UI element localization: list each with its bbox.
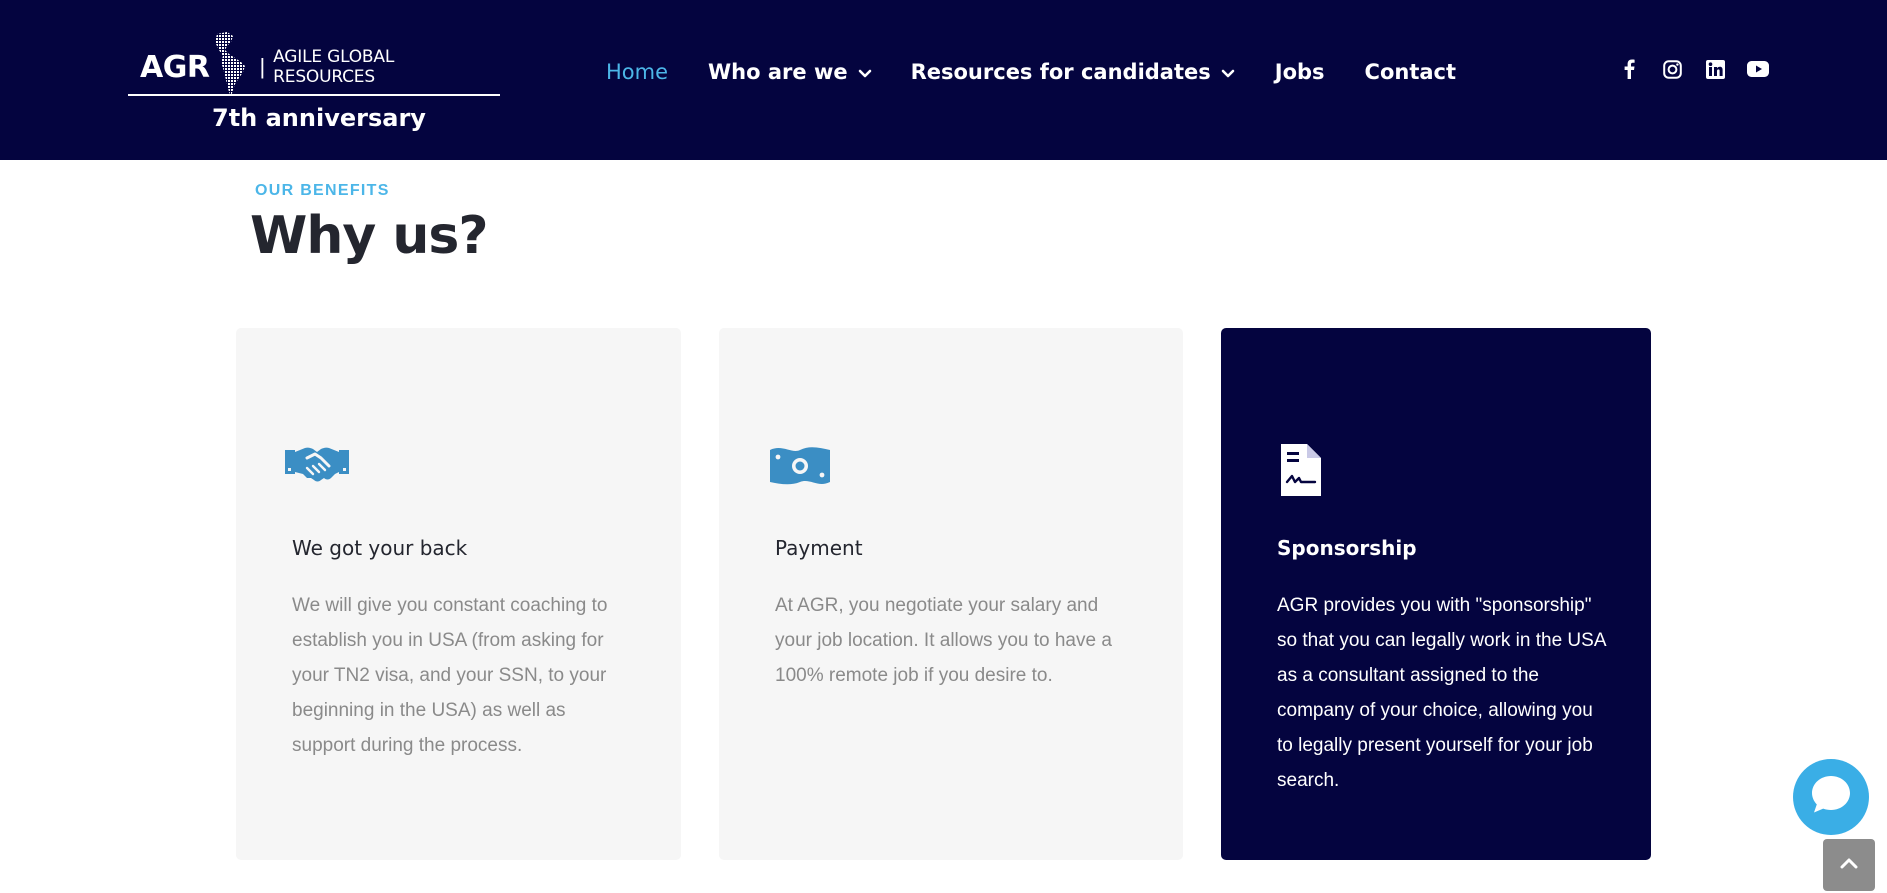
chevron-down-icon (858, 60, 872, 84)
chevron-down-icon (1221, 60, 1235, 84)
main-nav: Home Who are we Resources for candidates… (606, 52, 1456, 92)
site-header: AGR | AGILE GLOBAL RESOURCES 7th anniver… (0, 0, 1887, 160)
benefit-card: We got your back We will give you consta… (236, 328, 681, 860)
logo-abbr: AGR (140, 49, 210, 85)
social-links (1618, 58, 1790, 80)
logo-separator: | (259, 54, 266, 79)
nav-contact-label: Contact (1364, 60, 1457, 84)
section-kicker: OUR BENEFITS (255, 182, 390, 199)
facebook-icon[interactable] (1618, 58, 1640, 80)
card-text: AGR provides you with "sponsorship" so t… (1277, 595, 1606, 791)
americas-map-icon (213, 31, 249, 103)
linkedin-icon[interactable] (1704, 58, 1726, 80)
nav-jobs[interactable]: Jobs (1275, 60, 1325, 84)
site-logo[interactable]: AGR | AGILE GLOBAL RESOURCES 7th anniver… (128, 22, 500, 140)
youtube-icon[interactable] (1747, 58, 1769, 80)
file-contract-icon (1281, 444, 1321, 501)
nav-home[interactable]: Home (606, 60, 668, 84)
scroll-to-top-button[interactable] (1823, 839, 1875, 891)
card-title: Payment (775, 536, 863, 560)
nav-resources-label: Resources for candidates (910, 60, 1211, 84)
section-title: Why us? (250, 206, 489, 266)
handshake-icon (285, 444, 349, 489)
nav-who-are-we[interactable]: Who are we (708, 60, 872, 84)
card-title: Sponsorship (1277, 536, 1417, 560)
nav-home-label: Home (606, 60, 669, 84)
money-bill-icon (768, 444, 832, 493)
benefit-card: Payment At AGR, you negotiate your salar… (719, 328, 1183, 860)
chat-bubble-icon (1810, 774, 1852, 821)
nav-contact[interactable]: Contact (1365, 60, 1457, 84)
logo-company-name: AGILE GLOBAL RESOURCES (273, 47, 395, 87)
logo-divider (128, 94, 500, 96)
card-text: At AGR, you negotiate your salary and yo… (775, 595, 1112, 686)
benefit-card-highlighted: Sponsorship AGR provides you with "spons… (1221, 328, 1651, 860)
nav-who-are-we-label: Who are we (708, 60, 848, 84)
card-title: We got your back (292, 536, 468, 560)
instagram-icon[interactable] (1661, 58, 1683, 80)
card-text: We will give you constant coaching to es… (292, 595, 608, 756)
chevron-up-icon (1840, 856, 1858, 874)
nav-jobs-label: Jobs (1274, 60, 1325, 84)
nav-resources-for-candidates[interactable]: Resources for candidates (911, 60, 1235, 84)
logo-anniversary: 7th anniversary (212, 104, 426, 132)
chat-button[interactable] (1793, 759, 1869, 835)
